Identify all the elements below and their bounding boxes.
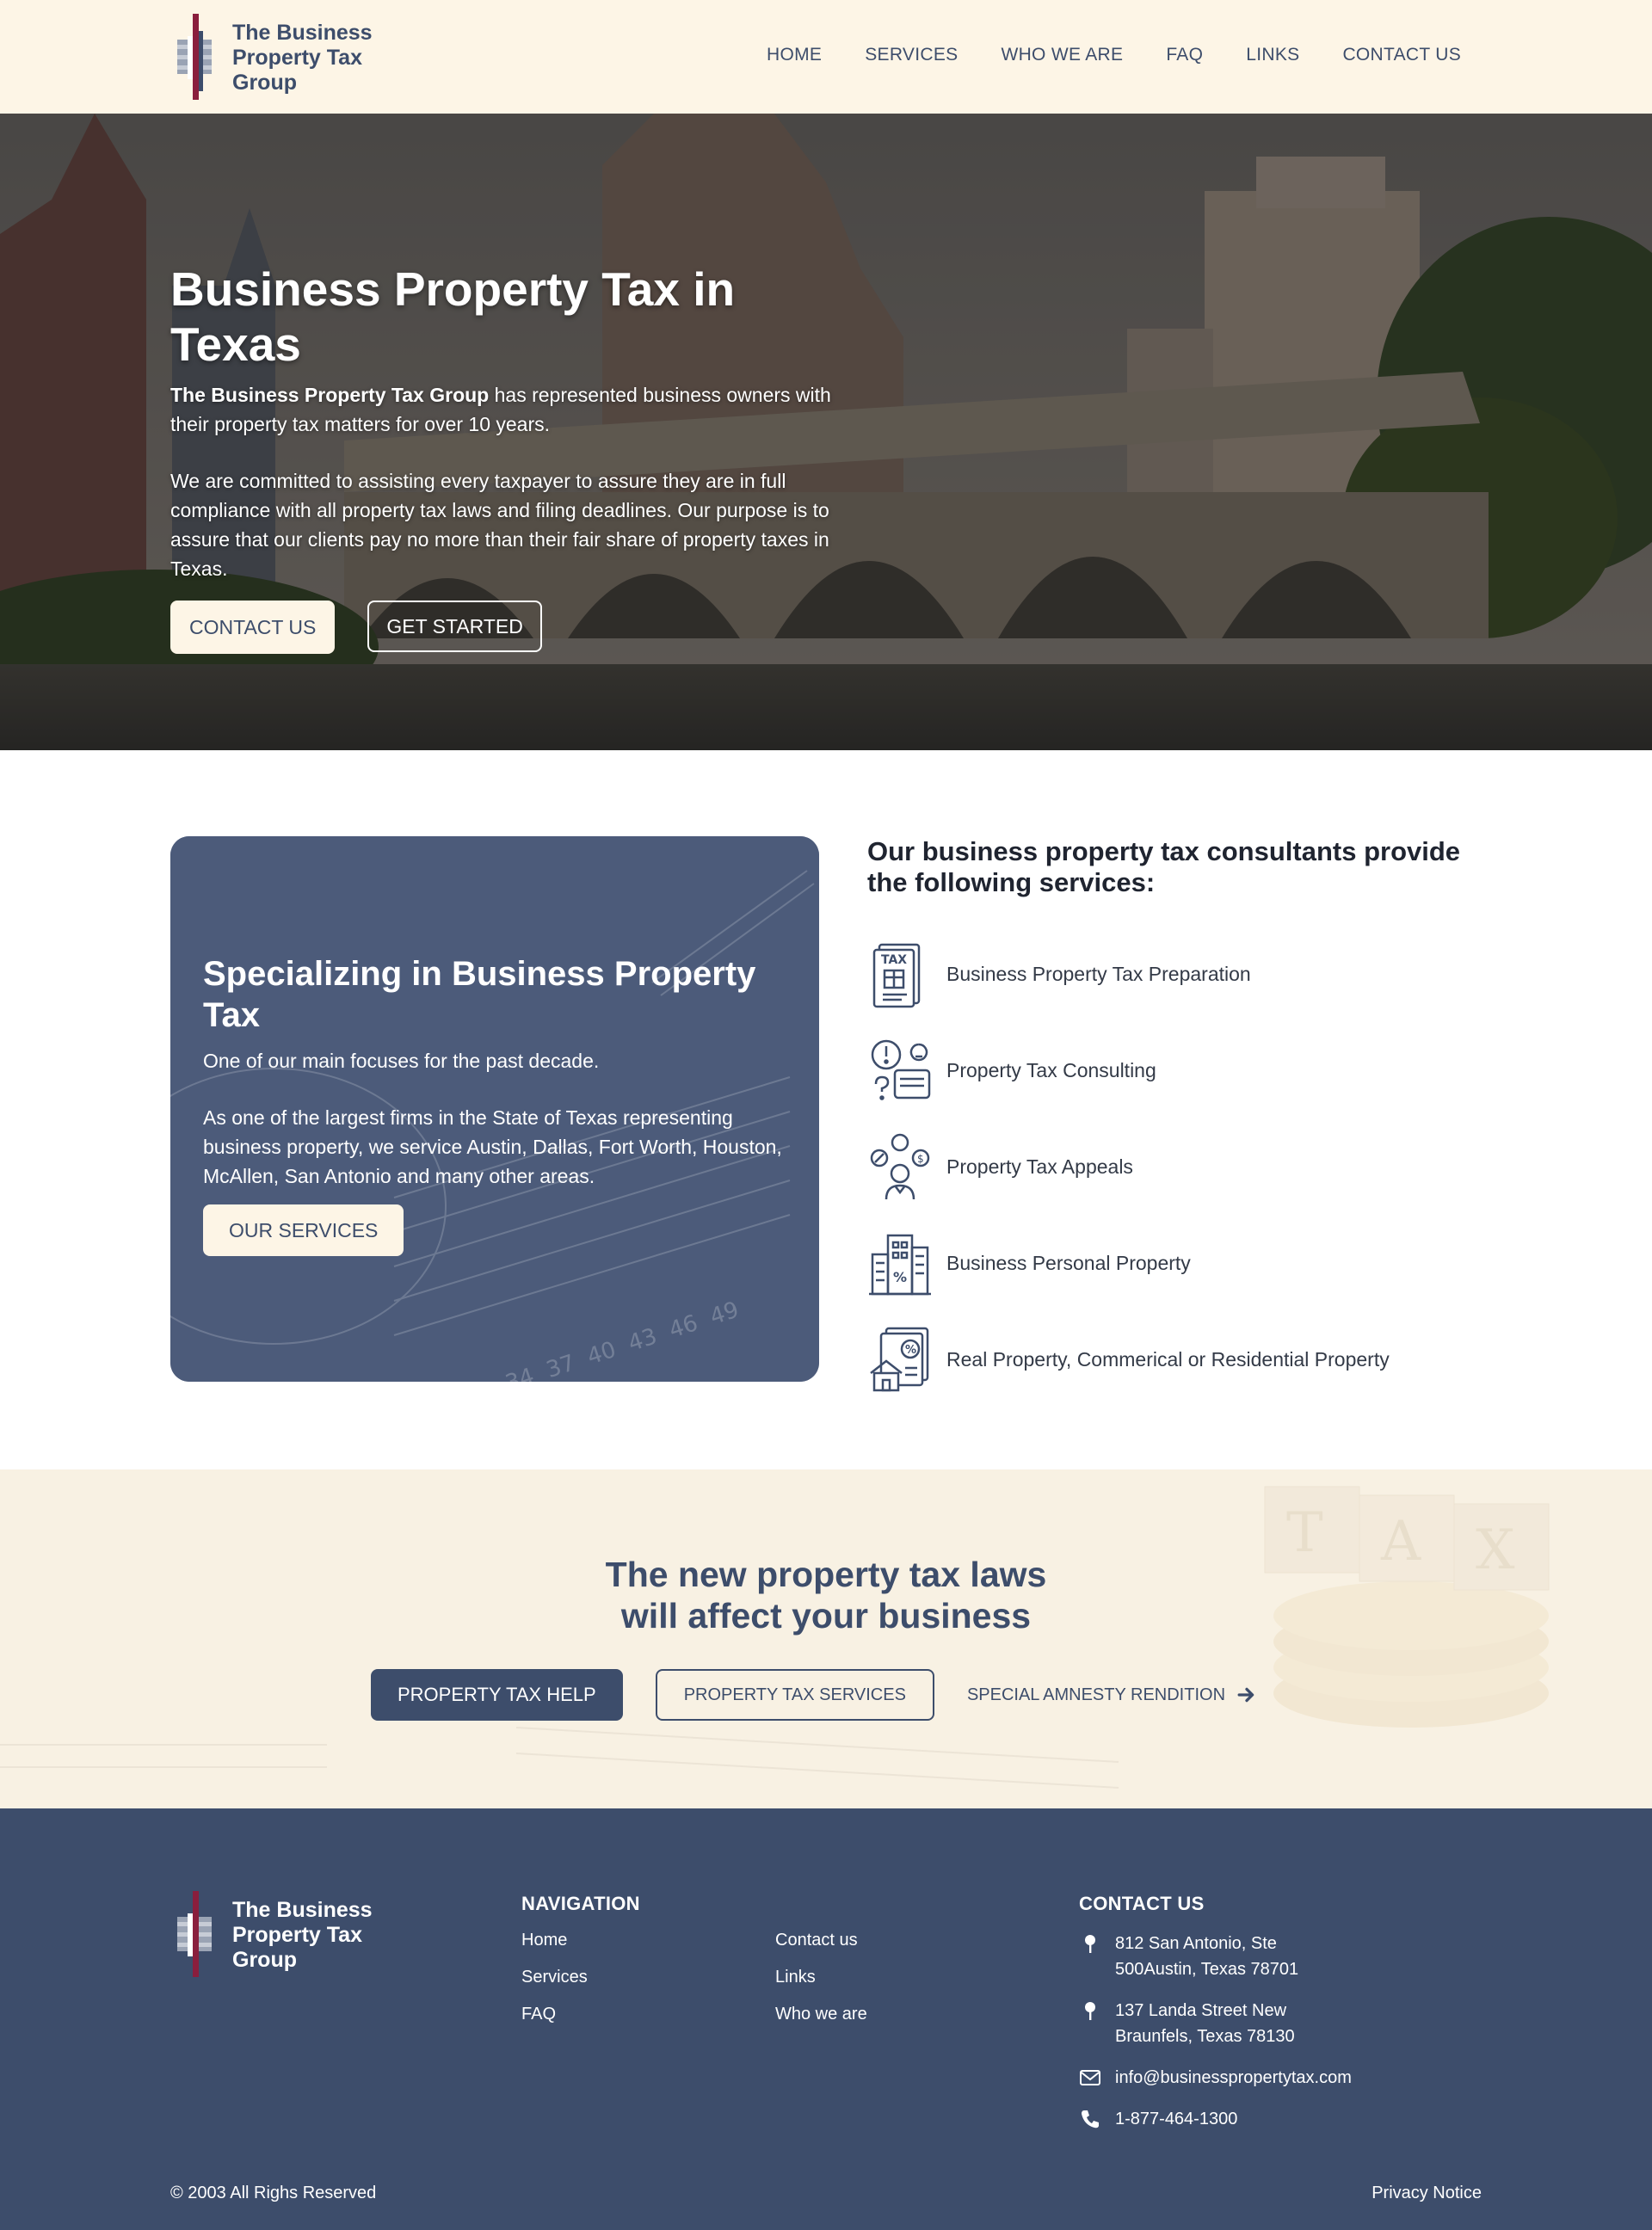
footer-link-links[interactable]: Links	[775, 1968, 947, 1987]
service-label: Business Personal Property	[946, 1251, 1191, 1274]
nav-services[interactable]: SERVICES	[865, 45, 958, 65]
service-label: Real Property, Commerical or Residential…	[946, 1347, 1390, 1371]
copyright-text: © 2003 All Righs Reserved	[170, 2184, 377, 2202]
site-footer: The Business Property Tax Group NAVIGATI…	[0, 1808, 1652, 2230]
logo-line-3: Group	[232, 71, 297, 95]
site-header: The Business Property Tax Group HOME SER…	[0, 0, 1652, 114]
services-heading: Our business property tax consultants pr…	[867, 836, 1461, 897]
address-austin-line-2: 500Austin, Texas 78701	[1115, 1960, 1299, 1979]
phone-icon	[1082, 2110, 1099, 2128]
tax-laws-title-line-2: will affect your business	[620, 1596, 1032, 1636]
specializing-paragraph: As one of the largest firms in the State…	[203, 1106, 782, 1187]
address-austin: 812 San Antonio, Ste 500Austin, Texas 78…	[1079, 1931, 1458, 1982]
logo-line-2: Property Tax	[232, 46, 362, 70]
service-label: Business Property Tax Preparation	[946, 962, 1251, 985]
envelope-icon	[1080, 2070, 1100, 2085]
nav-who-we-are[interactable]: WHO WE ARE	[1001, 45, 1123, 65]
hero-buttons: CONTACT US GET STARTED	[170, 601, 876, 654]
footer-link-faq[interactable]: FAQ	[521, 2005, 775, 2024]
svg-text:%: %	[905, 1344, 916, 1357]
main-nav: HOME SERVICES WHO WE ARE FAQ LINKS CONTA…	[767, 45, 1461, 65]
footer-nav-links: Home Contact us Services Links FAQ Who w…	[521, 1931, 947, 2024]
svg-text:%: %	[893, 1269, 907, 1285]
hero-title: Business Property Tax in Texas	[170, 262, 736, 371]
service-item: % Real Property, Commerical or Residenti…	[867, 1311, 1487, 1408]
footer-logo[interactable]: The Business Property Tax Group	[170, 1891, 404, 1977]
logo-text: The Business Property Tax Group	[232, 21, 404, 95]
contact-us-button[interactable]: CONTACT US	[170, 601, 336, 654]
buildings-percent-icon: %	[869, 1234, 931, 1296]
footer-nav-heading: NAVIGATION	[521, 1893, 640, 1914]
our-services-button[interactable]: OUR SERVICES	[203, 1204, 404, 1256]
footer-logo-text: The Business Property Tax Group	[232, 1898, 404, 1977]
service-label: Property Tax Appeals	[946, 1155, 1133, 1178]
address-new-braunfels: 137 Landa Street New Braunfels, Texas 78…	[1079, 1998, 1458, 2049]
nav-links[interactable]: LINKS	[1246, 45, 1299, 65]
property-tax-help-button[interactable]: PROPERTY TAX HELP	[371, 1669, 623, 1721]
service-item: Property Tax Consulting	[867, 1022, 1487, 1118]
appeals-icon: $	[870, 1133, 930, 1200]
address-new-braunfels-line-2: Braunfels, Texas 78130	[1115, 2027, 1295, 2046]
get-started-button[interactable]: GET STARTED	[367, 601, 542, 652]
hero-paragraph: We are committed to assisting every taxp…	[170, 470, 829, 580]
logo-line-1: The Business	[232, 21, 373, 45]
email-link[interactable]: info@businesspropertytax.com	[1115, 2065, 1352, 2091]
specializing-card: 252831 343740 434649 Specializing in Bus…	[170, 836, 819, 1382]
svg-text:TAX: TAX	[881, 953, 907, 967]
service-item: % Business Personal Property	[867, 1215, 1487, 1311]
footer-logo-line-1: The Business	[232, 1898, 373, 1922]
service-item: $ Property Tax Appeals	[867, 1118, 1487, 1215]
tax-laws-title: The new property tax laws will affect yo…	[0, 1554, 1652, 1636]
tax-laws-section: T A X The new property tax laws will aff…	[0, 1469, 1652, 1808]
specializing-content: Specializing in Business Property Tax On…	[203, 953, 797, 1256]
tax-laws-buttons: PROPERTY TAX HELP PROPERTY TAX SERVICES …	[371, 1669, 1256, 1721]
footer-link-who-we-are[interactable]: Who we are	[775, 2005, 947, 2024]
footer-navigation: NAVIGATION Home Contact us Services Link…	[521, 1893, 947, 2024]
nav-home[interactable]: HOME	[767, 45, 822, 65]
house-tax-icon: %	[870, 1327, 929, 1392]
tax-coins-background-image: T A X	[0, 1469, 1652, 1808]
svg-text:$: $	[917, 1153, 924, 1165]
specializing-title: Specializing in Business Property Tax	[203, 955, 756, 1034]
nav-contact-us[interactable]: CONTACT US	[1342, 45, 1461, 65]
email-row: info@businesspropertytax.com	[1079, 2065, 1458, 2091]
hero-intro-bold: The Business Property Tax Group	[170, 384, 490, 406]
footer-link-home[interactable]: Home	[521, 1931, 775, 1950]
specializing-subtitle: One of our main focuses for the past dec…	[203, 1050, 600, 1072]
service-item: TAX Business Property Tax Preparation	[867, 926, 1487, 1022]
tax-document-icon: TAX	[872, 943, 921, 1008]
property-tax-services-button[interactable]: PROPERTY TAX SERVICES	[655, 1669, 934, 1721]
privacy-notice-link[interactable]: Privacy Notice	[1372, 2184, 1482, 2203]
map-pin-icon	[1085, 2002, 1095, 2020]
footer-logo-line-2: Property Tax	[232, 1923, 362, 1947]
tax-laws-title-line-1: The new property tax laws	[605, 1555, 1047, 1594]
service-label: Property Tax Consulting	[946, 1058, 1156, 1081]
hero-content: Business Property Tax in Texas The Busin…	[170, 262, 876, 654]
nav-faq[interactable]: FAQ	[1166, 45, 1203, 65]
logo-icon	[177, 14, 212, 100]
footer-logo-line-3: Group	[232, 1948, 297, 1972]
footer-link-contact-us[interactable]: Contact us	[775, 1931, 947, 1950]
special-amnesty-rendition-link[interactable]: SPECIAL AMNESTY RENDITION	[967, 1685, 1256, 1705]
map-pin-icon	[1085, 1935, 1095, 1953]
hero-section: Business Property Tax in Texas The Busin…	[0, 114, 1652, 750]
address-new-braunfels-text: 137 Landa Street New Braunfels, Texas 78…	[1115, 1998, 1295, 2049]
arrow-right-icon	[1237, 1687, 1254, 1703]
special-amnesty-rendition-label: SPECIAL AMNESTY RENDITION	[966, 1685, 1226, 1704]
address-austin-text: 812 San Antonio, Ste 500Austin, Texas 78…	[1115, 1931, 1298, 1982]
services-column: Our business property tax consultants pr…	[867, 836, 1487, 1408]
phone-row: 1-877-464-1300	[1079, 2106, 1458, 2132]
footer-contact: CONTACT US 812 San Antonio, Ste 500Austi…	[1079, 1893, 1458, 2132]
address-new-braunfels-line-1: 137 Landa Street New	[1115, 2001, 1287, 2020]
services-list: TAX Business Property Tax Preparation Pr…	[867, 926, 1487, 1408]
footer-contact-heading: CONTACT US	[1079, 1893, 1205, 1914]
consulting-icon	[871, 1039, 931, 1100]
logo-icon	[177, 1891, 212, 1977]
footer-link-services[interactable]: Services	[521, 1968, 775, 1987]
site-logo[interactable]: The Business Property Tax Group	[170, 14, 404, 100]
hero-intro: The Business Property Tax Group has repr…	[170, 380, 859, 439]
phone-link[interactable]: 1-877-464-1300	[1115, 2106, 1237, 2132]
address-austin-line-1: 812 San Antonio, Ste	[1115, 1934, 1277, 1953]
